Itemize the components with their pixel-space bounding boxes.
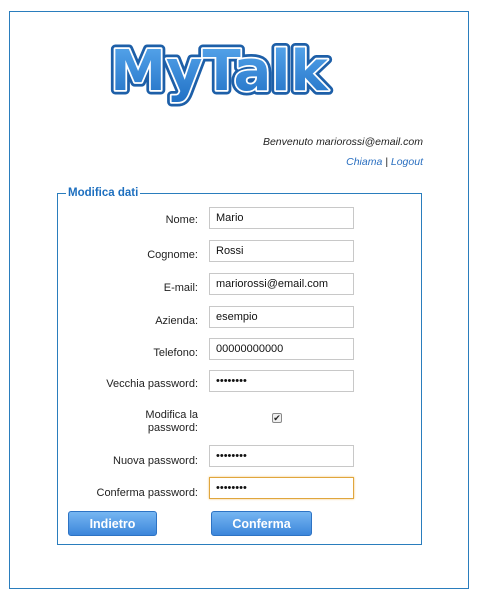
new-password-input[interactable] [209,445,354,467]
telefono-input[interactable] [209,338,354,360]
confirm-password-label: Conferma password: [96,487,199,499]
change-password-label-line1: Modifica la [145,409,198,421]
svg-text:MyTalk: MyTalk [110,39,329,104]
confirm-button[interactable]: Conferma [211,511,312,536]
new-password-label: Nuova password: [113,455,198,467]
cognome-label: Cognome: [147,249,198,261]
logout-link[interactable]: Logout [391,156,423,168]
azienda-label: Azienda: [155,315,198,327]
change-password-checkbox[interactable]: ✔ [272,413,282,423]
nome-label: Nome: [165,214,198,226]
old-password-label: Vecchia password: [106,378,198,390]
header-links: Chiama | Logout [346,156,423,168]
email-input[interactable] [209,273,354,295]
azienda-input[interactable] [209,306,354,328]
back-button[interactable]: Indietro [68,511,157,536]
welcome-message: Benvenuto mariorossi@email.com [262,136,423,148]
confirm-password-input[interactable] [209,477,354,499]
mytalk-logo: MyTalk MyTalk MyTalk [106,35,334,109]
change-password-label-line2: password: [147,422,198,434]
cognome-input[interactable] [209,240,354,262]
telefono-label: Telefono: [153,347,198,359]
nome-input[interactable] [209,207,354,229]
old-password-input[interactable] [209,370,354,392]
email-label: E-mail: [163,282,198,294]
form-legend: Modifica dati [68,187,139,199]
link-separator: | [385,156,388,168]
call-link[interactable]: Chiama [346,156,382,168]
